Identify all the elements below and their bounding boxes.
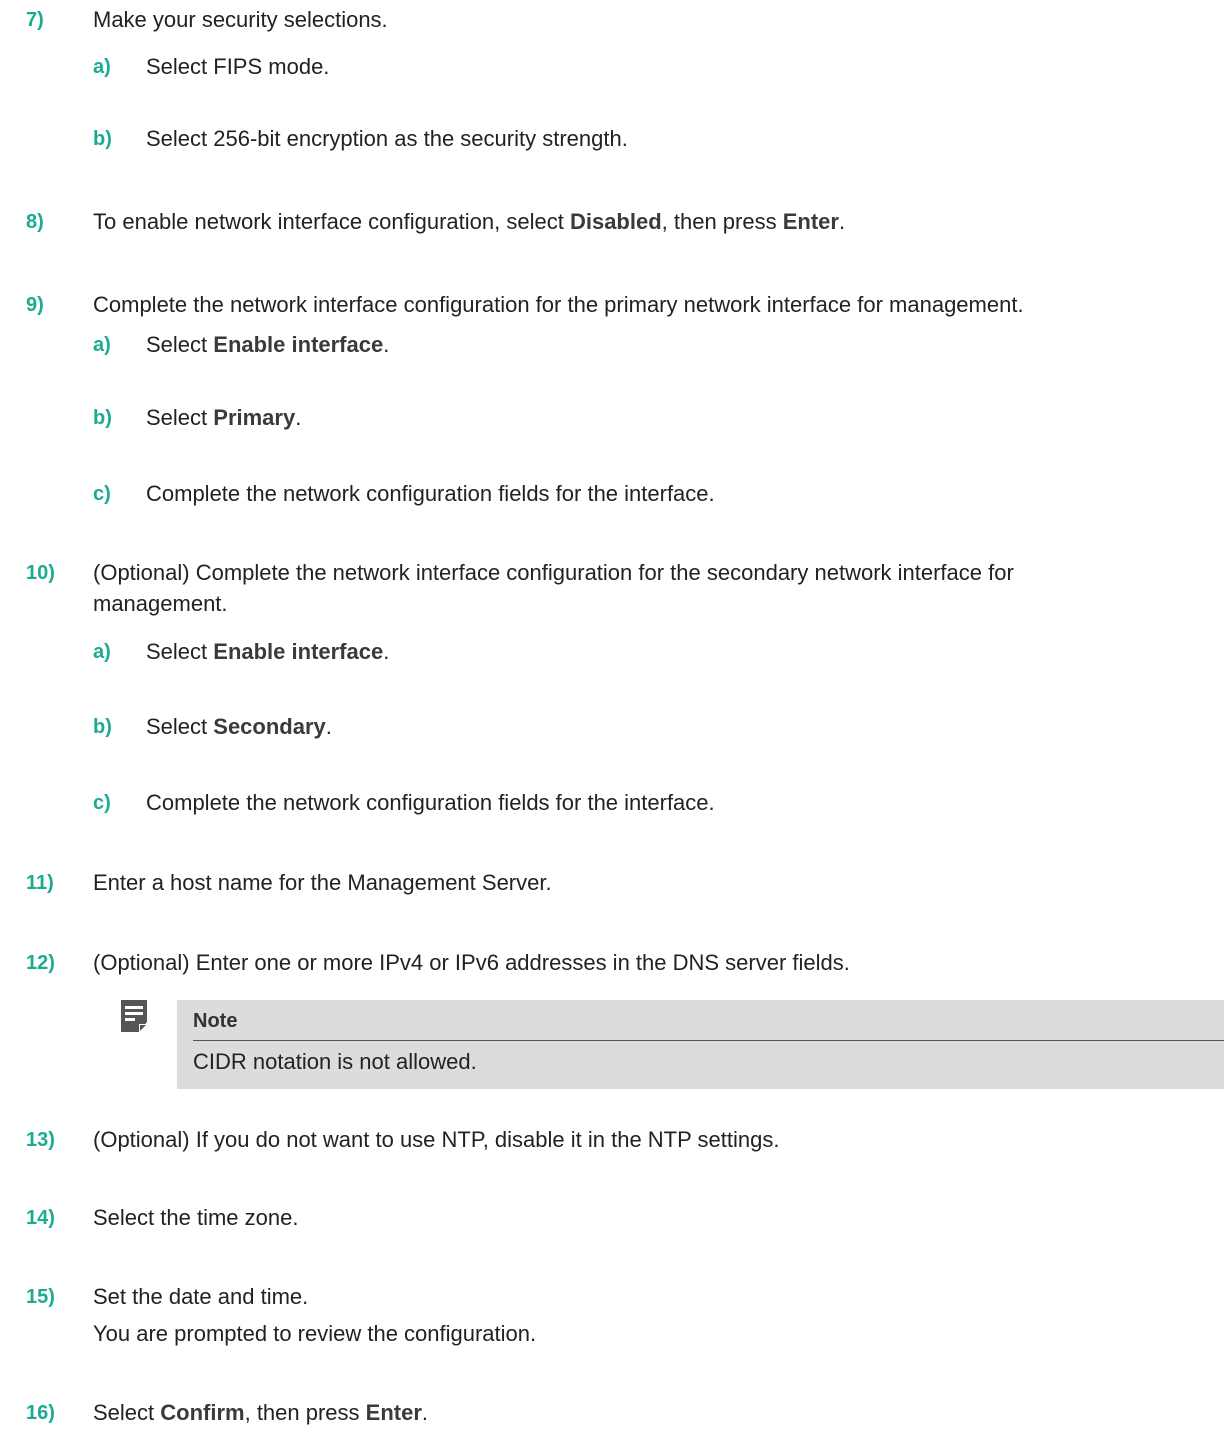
step-number: 9) [26,294,44,316]
substep-text: Select Secondary. [146,714,332,739]
step-number: 16) [26,1402,55,1424]
note-icon [121,1000,147,1032]
substep-letter: a) [93,641,111,663]
ui-label-enter: Enter [782,209,839,234]
note-title: Note [193,1010,238,1032]
ui-label-disabled: Disabled [569,209,662,234]
step-text: Set the date and time. [93,1284,309,1309]
ui-label-enable-interface: Enable interface [213,639,384,664]
step-number: 7) [26,9,44,31]
substep-text: Select Enable interface. [146,639,390,664]
substep-letter: a) [93,334,111,356]
step-number: 8) [26,211,44,233]
step-text-line-2: management. [93,591,228,616]
note-divider [193,1040,1224,1041]
substep-letter: c) [93,483,111,505]
ui-label-primary: Primary [213,405,296,430]
step-text: Make your security selections. [93,7,388,32]
step-text: (Optional) If you do not want to use NTP… [93,1127,780,1152]
substep-text: Select Primary. [146,405,302,430]
step-text: (Optional) Enter one or more IPv4 or IPv… [93,950,850,975]
note-body: CIDR notation is not allowed. [193,1049,477,1074]
step-result-text: You are prompted to review the configura… [93,1321,537,1346]
step-text: Complete the network interface configura… [93,292,1024,317]
note-icon-graphic [121,1000,147,1032]
note-box: Note CIDR notation is not allowed. [177,1000,1224,1089]
substep-text: Select 256-bit encryption as the securit… [146,126,628,151]
step-number: 10) [26,562,55,584]
ui-label-enter: Enter [365,1400,422,1425]
substep-text: Select Enable interface. [146,332,390,357]
substep-letter: b) [93,716,112,738]
ui-label-enable-interface: Enable interface [213,332,384,357]
step-text: Select the time zone. [93,1205,299,1230]
step-text-line-1: (Optional) Complete the network interfac… [93,560,1014,585]
substep-letter: b) [93,128,112,150]
step-number: 12) [26,952,55,974]
substep-letter: c) [93,792,111,814]
step-number: 14) [26,1207,55,1229]
substep-text: Complete the network configuration field… [146,790,715,815]
step-text: Enter a host name for the Management Ser… [93,870,552,895]
step-text: Select Confirm, then press Enter. [93,1400,429,1425]
substep-text: Select FIPS mode. [146,54,330,79]
substep-letter: b) [93,407,112,429]
step-text: To enable network interface configuratio… [93,209,846,234]
substep-letter: a) [93,56,111,78]
ui-label-secondary: Secondary [213,714,326,739]
ui-label-confirm: Confirm [160,1400,245,1425]
substep-text: Complete the network configuration field… [146,481,715,506]
step-number: 13) [26,1129,55,1151]
step-number: 11) [26,872,54,894]
step-number: 15) [26,1286,55,1308]
